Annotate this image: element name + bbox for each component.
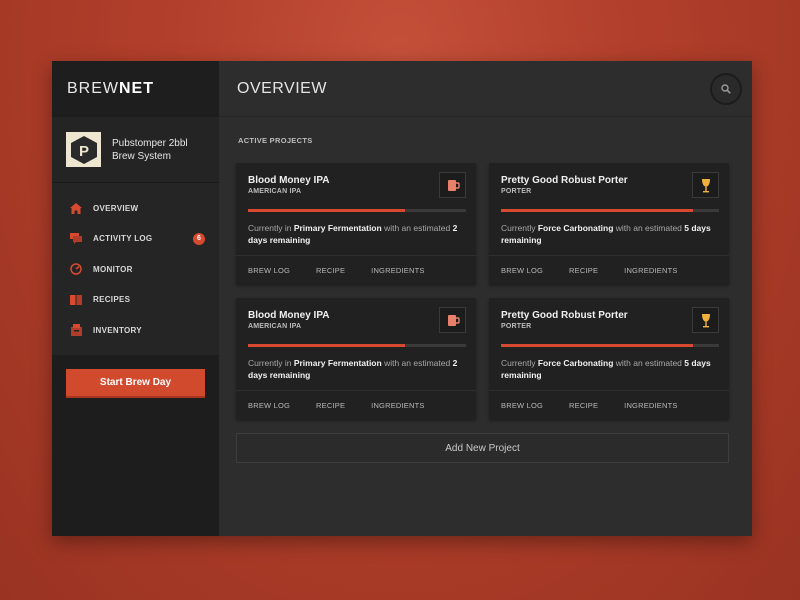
progress-fill <box>501 209 693 212</box>
brand-part2: NET <box>119 80 154 97</box>
logo-letter: P <box>78 143 88 160</box>
brew-log-link[interactable]: BREW LOG <box>248 266 290 275</box>
ingredients-link[interactable]: INGREDIENTS <box>624 266 677 275</box>
status-prefix: Currently <box>501 358 538 368</box>
sidebar-item-label: INVENTORY <box>93 325 142 335</box>
project-style: PORTER <box>501 188 532 195</box>
project-card[interactable]: Pretty Good Robust Porter PORTER Current… <box>489 298 729 419</box>
sidebar-item-inventory[interactable]: INVENTORY <box>52 315 219 346</box>
project-status: Currently in Primary Fermentation with a… <box>248 357 466 381</box>
project-title: Pretty Good Robust Porter <box>501 310 628 321</box>
progress-bar <box>248 344 466 347</box>
sidebar-item-label: OVERVIEW <box>93 203 139 213</box>
brewery-name-line2: Brew System <box>112 150 171 162</box>
notification-badge: 6 <box>193 232 205 245</box>
start-brew-day-button[interactable]: Start Brew Day <box>66 369 205 398</box>
card-footer: BREW LOG RECIPE INGREDIENTS <box>489 255 729 284</box>
status-mid: with an estimated <box>613 358 685 368</box>
brewery-name-line1: Pubstomper 2bbl <box>112 137 188 149</box>
sidebar-item-monitor[interactable]: MONITOR <box>52 254 219 285</box>
project-card[interactable]: Pretty Good Robust Porter PORTER Current… <box>489 163 729 284</box>
project-style: AMERICAN IPA <box>248 188 302 195</box>
project-status: Currently in Primary Fermentation with a… <box>248 222 466 246</box>
ingredients-link[interactable]: INGREDIENTS <box>624 401 677 410</box>
project-card[interactable]: Blood Money IPA AMERICAN IPA Currently i… <box>236 298 476 419</box>
sidebar-item-label: RECIPES <box>93 295 131 305</box>
tulip-glass-icon <box>692 307 719 333</box>
search-button[interactable] <box>710 72 742 105</box>
card-footer: BREW LOG RECIPE INGREDIENTS <box>236 255 476 284</box>
progress-fill <box>248 209 405 212</box>
recipe-link[interactable]: RECIPE <box>316 401 345 410</box>
sidebar-nav: OVERVIEW ACTIVITY LOG 6 MONITOR RECIPES <box>52 183 219 355</box>
project-status: Currently Force Carbonating with an esti… <box>501 222 719 246</box>
home-icon <box>70 202 82 214</box>
progress-fill <box>248 344 405 347</box>
main-content: OVERVIEW ACTIVE PROJECTS Blood Money IPA… <box>219 61 752 536</box>
page-title: OVERVIEW <box>237 79 327 97</box>
project-card[interactable]: Blood Money IPA AMERICAN IPA Currently i… <box>236 163 476 284</box>
status-stage: Primary Fermentation <box>293 358 382 368</box>
project-style: PORTER <box>501 323 532 330</box>
recipe-link[interactable]: RECIPE <box>316 266 345 275</box>
brew-log-link[interactable]: BREW LOG <box>501 401 543 410</box>
project-title: Blood Money IPA <box>248 310 330 321</box>
mug-icon <box>439 307 466 333</box>
hexagon-logo-icon: P <box>70 135 97 164</box>
status-stage: Force Carbonating <box>537 358 614 368</box>
section-title-active-projects: ACTIVE PROJECTS <box>238 136 313 145</box>
brew-log-link[interactable]: BREW LOG <box>501 266 543 275</box>
book-icon <box>70 294 82 306</box>
project-style: AMERICAN IPA <box>248 323 302 330</box>
brewery-logo: P <box>66 132 101 167</box>
status-stage: Force Carbonating <box>537 223 614 233</box>
box-icon <box>70 324 82 337</box>
card-footer: BREW LOG RECIPE INGREDIENTS <box>489 390 729 419</box>
project-title: Pretty Good Robust Porter <box>501 175 628 186</box>
app-window: BREW NET P Pubstomper 2bbl Brew System OV… <box>52 61 752 536</box>
brewery-name: Pubstomper 2bbl Brew System <box>112 137 188 163</box>
status-mid: with an estimated <box>381 223 453 233</box>
status-prefix: Currently <box>501 223 538 233</box>
brand-logo[interactable]: BREW NET <box>52 61 219 117</box>
status-prefix: Currently in <box>248 358 294 368</box>
progress-bar <box>501 209 719 212</box>
status-stage: Primary Fermentation <box>293 223 382 233</box>
status-mid: with an estimated <box>613 223 685 233</box>
add-new-project-button[interactable]: Add New Project <box>236 433 729 463</box>
recipe-link[interactable]: RECIPE <box>569 401 598 410</box>
mug-icon <box>439 172 466 198</box>
sidebar-item-activity-log[interactable]: ACTIVITY LOG 6 <box>52 224 219 255</box>
ingredients-link[interactable]: INGREDIENTS <box>371 401 424 410</box>
status-prefix: Currently in <box>248 223 294 233</box>
topbar: OVERVIEW <box>219 61 752 117</box>
gauge-icon <box>70 263 82 275</box>
sidebar-item-recipes[interactable]: RECIPES <box>52 285 219 316</box>
sidebar-item-overview[interactable]: OVERVIEW <box>52 193 219 224</box>
project-title: Blood Money IPA <box>248 175 330 186</box>
chat-icon <box>70 233 82 245</box>
sidebar: BREW NET P Pubstomper 2bbl Brew System OV… <box>52 61 219 536</box>
card-footer: BREW LOG RECIPE INGREDIENTS <box>236 390 476 419</box>
recipe-link[interactable]: RECIPE <box>569 266 598 275</box>
tulip-glass-icon <box>692 172 719 198</box>
ingredients-link[interactable]: INGREDIENTS <box>371 266 424 275</box>
search-icon <box>721 83 731 94</box>
progress-bar <box>501 344 719 347</box>
progress-bar <box>248 209 466 212</box>
brewery-profile[interactable]: P Pubstomper 2bbl Brew System <box>52 117 219 183</box>
project-status: Currently Force Carbonating with an esti… <box>501 357 719 381</box>
brew-log-link[interactable]: BREW LOG <box>248 401 290 410</box>
sidebar-item-label: MONITOR <box>93 264 133 274</box>
sidebar-item-label: ACTIVITY LOG <box>93 234 153 244</box>
brand-part1: BREW <box>67 80 119 97</box>
status-mid: with an estimated <box>381 358 453 368</box>
sidebar-footer: Start Brew Day <box>52 355 219 536</box>
progress-fill <box>501 344 693 347</box>
